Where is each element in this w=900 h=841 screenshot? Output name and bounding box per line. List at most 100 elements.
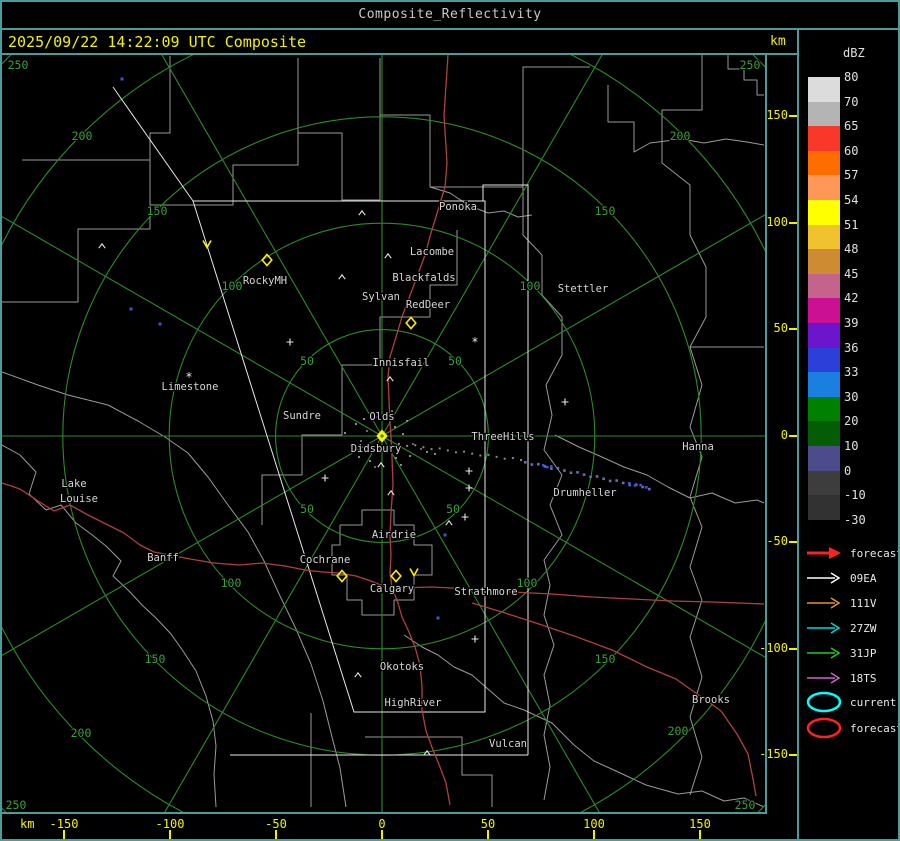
bottom-axis-tick bbox=[275, 830, 277, 839]
bottom-axis-label: 150 bbox=[689, 817, 711, 831]
ground-clutter-dot bbox=[344, 432, 346, 434]
marker-plus bbox=[321, 474, 329, 482]
city-label-hanna: Hanna bbox=[682, 441, 714, 453]
scale-box-10 bbox=[808, 446, 840, 472]
title-divider bbox=[0, 28, 900, 30]
radar-viewer-window: Composite_Reflectivity 2025/09/22 14:22:… bbox=[0, 0, 900, 841]
bottom-axis-tick bbox=[487, 830, 489, 839]
right-axis-label: 150 bbox=[766, 108, 788, 122]
county-line bbox=[403, 634, 765, 808]
bottom-axis-tick bbox=[593, 830, 595, 839]
coverage-box bbox=[482, 184, 529, 755]
scale-level-48: 48 bbox=[844, 242, 859, 257]
right-axis-tick bbox=[789, 435, 797, 437]
echo-dot bbox=[556, 466, 560, 470]
city-label-louise: Louise bbox=[60, 493, 98, 505]
marker-bluedot bbox=[443, 533, 447, 537]
legend-item-31JP: 31JP bbox=[805, 641, 877, 665]
marker-bluedot bbox=[158, 322, 162, 326]
legend-item-09EA: 09EA bbox=[805, 566, 877, 590]
echo-dot bbox=[487, 453, 490, 456]
right-axis-label: -100 bbox=[759, 641, 788, 655]
marker-diamond bbox=[390, 569, 402, 583]
city-label-drumheller: Drumheller bbox=[553, 487, 616, 499]
scale-level-60: 60 bbox=[844, 143, 859, 158]
county-line bbox=[2, 371, 347, 808]
ground-clutter-dot bbox=[369, 460, 371, 462]
county-line bbox=[380, 66, 590, 188]
ground-clutter-dot bbox=[406, 420, 408, 422]
right-axis-tick bbox=[789, 115, 797, 117]
echo-dot bbox=[542, 464, 545, 467]
city-label-sundre: Sundre bbox=[283, 410, 321, 422]
city-label-okotoks: Okotoks bbox=[380, 661, 424, 673]
echo-dot bbox=[546, 465, 549, 469]
ground-clutter-dot bbox=[434, 453, 436, 455]
echo-dot bbox=[563, 469, 566, 472]
range-label-150: 150 bbox=[595, 652, 616, 666]
bottom-axis-tick bbox=[699, 830, 701, 839]
right-axis-tick bbox=[789, 648, 797, 650]
timestamp-label: 2025/09/22 14:22:09 UTC Composite bbox=[8, 33, 307, 51]
echo-dot bbox=[582, 473, 586, 476]
range-label-250: 250 bbox=[8, 58, 29, 72]
scale-box-0 bbox=[808, 470, 840, 496]
site-markers: ** bbox=[98, 77, 569, 756]
marker-caret bbox=[358, 209, 366, 216]
range-label-200: 200 bbox=[72, 129, 93, 143]
range-label-150: 150 bbox=[147, 204, 168, 218]
map-right-border bbox=[765, 55, 767, 814]
marker-plus bbox=[465, 467, 473, 475]
echo-dot bbox=[446, 449, 449, 452]
scale-level-30: 30 bbox=[844, 389, 859, 404]
echo-dot bbox=[576, 471, 579, 474]
scale-box-57 bbox=[808, 175, 840, 201]
scale-level-80: 80 bbox=[844, 70, 859, 84]
scale-box-60 bbox=[808, 150, 840, 176]
right-axis-tick bbox=[789, 328, 797, 330]
city-label-calgary: Calgary bbox=[370, 583, 414, 595]
legend-label: 111V bbox=[850, 596, 877, 610]
county-line bbox=[150, 58, 299, 206]
marker-caret bbox=[354, 671, 362, 678]
city-label-innisfail: Innisfail bbox=[373, 357, 430, 369]
scale-level-70: 70 bbox=[844, 94, 859, 109]
legend-item-current: current bbox=[805, 690, 896, 714]
city-label-olds: Olds bbox=[369, 411, 394, 423]
ground-clutter-dot bbox=[358, 456, 360, 458]
scale-box-65 bbox=[808, 126, 840, 152]
echo-dot bbox=[595, 475, 599, 478]
echo-dot bbox=[608, 479, 612, 483]
echo-dot bbox=[537, 462, 540, 466]
scale-level-54: 54 bbox=[844, 193, 859, 207]
echo-dot bbox=[621, 481, 625, 485]
range-label-250: 250 bbox=[740, 58, 761, 72]
scale-level-51: 51 bbox=[844, 217, 859, 232]
radar-map[interactable]: 50 100 150 200 250 50 100 150 200 250 50 100 150 200 2… bbox=[2, 55, 766, 812]
echo-dot bbox=[422, 446, 425, 449]
bottom-axis-tick bbox=[169, 830, 171, 839]
bottom-axis-label: -100 bbox=[155, 817, 185, 831]
legend-label: forecast bbox=[850, 546, 900, 560]
coverage-box bbox=[112, 86, 194, 202]
scale-title: dBZ bbox=[843, 46, 865, 60]
city-label-strathmore: Strathmore bbox=[454, 586, 517, 598]
scale-level-33: 33 bbox=[844, 365, 859, 380]
city-label-threehills: ThreeHills bbox=[471, 431, 534, 443]
city-label-limestone: Limestone bbox=[162, 381, 219, 393]
range-label-250: 250 bbox=[6, 798, 27, 812]
bottom-axis-label: 50 bbox=[480, 817, 496, 831]
city-label-vulcan: Vulcan bbox=[489, 738, 527, 750]
legend-item-111V: 111V bbox=[805, 591, 877, 615]
scale-level-45: 45 bbox=[844, 266, 859, 281]
echo-dot bbox=[633, 484, 637, 487]
echo-dot bbox=[524, 461, 527, 464]
scale-box-45 bbox=[808, 273, 840, 299]
scale-level-0: 0 bbox=[844, 463, 852, 478]
echo-dot bbox=[550, 465, 553, 468]
legend-arrow-icon bbox=[807, 572, 841, 584]
range-label-50: 50 bbox=[300, 502, 314, 516]
bottom-axis-label: 100 bbox=[583, 817, 605, 831]
scale-box-51 bbox=[808, 224, 840, 250]
county-line bbox=[2, 159, 151, 303]
